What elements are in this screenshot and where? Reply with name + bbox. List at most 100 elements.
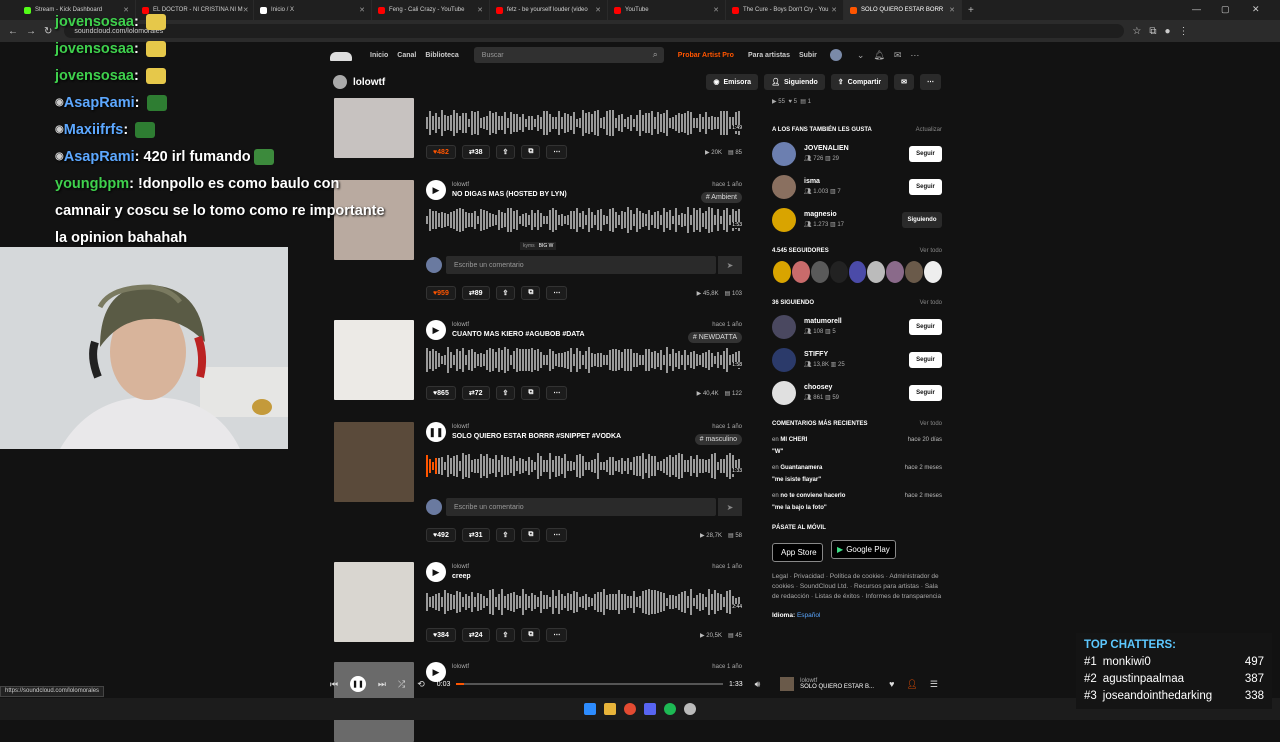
refresh-link[interactable]: Actualizar xyxy=(916,127,942,133)
nav-feed[interactable]: Canal xyxy=(397,52,416,59)
volume-icon[interactable]: 🔊︎ xyxy=(755,679,761,690)
file-explorer-icon[interactable] xyxy=(604,703,616,715)
following-view-all[interactable]: Ver todo xyxy=(920,300,942,306)
comment-track-link[interactable]: MI CHERI xyxy=(780,437,807,443)
share-button[interactable]: ⇪ xyxy=(495,286,516,300)
browser-menu-icon[interactable]: ⋮ xyxy=(1179,26,1189,37)
tab-close-icon[interactable]: ✕ xyxy=(477,6,483,14)
follow-button[interactable]: Seguir xyxy=(909,384,942,401)
user-avatar[interactable] xyxy=(772,314,796,339)
track-artwork[interactable] xyxy=(334,320,414,400)
minimize-icon[interactable]: — xyxy=(1192,4,1201,14)
track-artist[interactable]: lolowtf xyxy=(452,424,469,430)
track-title[interactable]: creep xyxy=(452,573,471,580)
now-playing-title[interactable]: SOLO QUIERO ESTAR B... xyxy=(800,684,879,690)
like-button[interactable]: ♥ 384 xyxy=(426,628,456,642)
follower-avatar[interactable] xyxy=(772,260,792,284)
tab-close-icon[interactable]: ✕ xyxy=(831,6,837,14)
share-button[interactable]: ⇪ xyxy=(495,628,516,642)
spotify-icon[interactable] xyxy=(664,703,676,715)
track-genre-tag[interactable]: # Ambient xyxy=(700,192,742,203)
follower-avatar[interactable] xyxy=(847,260,868,284)
user-avatar[interactable] xyxy=(829,49,842,61)
shuffle-icon[interactable]: ⤮ xyxy=(398,679,405,690)
extensions-icon[interactable]: ⧉ xyxy=(1149,26,1156,37)
browser-tab[interactable]: YouTube ✕ xyxy=(608,0,726,20)
now-playing-artwork[interactable] xyxy=(780,677,795,691)
comment-input[interactable]: Escribe un comentario xyxy=(446,498,716,516)
app-store-button[interactable]: App Store xyxy=(772,542,823,562)
share-button[interactable]: ⇪ xyxy=(495,528,516,542)
track-artist[interactable]: lolowtf xyxy=(452,564,469,570)
browser-tab[interactable]: fetz - be yourself louder (video ✕ xyxy=(490,0,608,20)
waveform-comment[interactable]: kyms BIG W xyxy=(520,242,557,250)
queue-icon[interactable]: ☰ xyxy=(930,679,938,690)
progress-bar[interactable] xyxy=(456,683,724,685)
new-tab-icon[interactable]: + xyxy=(968,5,974,16)
track-waveform[interactable] xyxy=(426,109,742,137)
chat-username[interactable]: jovensosaa xyxy=(55,14,134,30)
tab-close-icon[interactable]: ✕ xyxy=(595,6,601,14)
forward-icon[interactable]: → xyxy=(26,26,36,37)
following-button[interactable]: 👤︎ Siguiendo xyxy=(764,74,825,90)
follow-button[interactable]: Seguir xyxy=(909,318,942,335)
user-name[interactable]: JOVENALIEN xyxy=(804,145,909,152)
user-avatar[interactable] xyxy=(772,174,796,199)
like-button[interactable]: ♥ 492 xyxy=(426,528,456,542)
track-artwork[interactable] xyxy=(334,422,414,502)
play-track-button[interactable]: ▶ xyxy=(426,562,446,582)
like-heart-icon[interactable]: ♥ xyxy=(889,679,894,689)
share-button[interactable]: ⇪ xyxy=(495,386,516,400)
track-artist[interactable]: lolowtf xyxy=(452,322,469,328)
chat-username[interactable]: AsapRami xyxy=(64,149,135,165)
track-waveform[interactable] xyxy=(426,346,742,374)
follower-avatar[interactable] xyxy=(866,260,887,284)
discord-icon[interactable] xyxy=(644,703,656,715)
browser-tab[interactable]: The Cure - Boys Don't Cry - You ✕ xyxy=(726,0,844,20)
track-waveform[interactable] xyxy=(426,452,742,480)
more-options-icon[interactable]: ⋯ xyxy=(910,50,919,61)
chat-username[interactable]: jovensosaa xyxy=(55,68,134,84)
chat-username[interactable]: AsapRami xyxy=(64,95,135,111)
track-artist[interactable]: lolowtf xyxy=(452,664,469,670)
previous-icon[interactable]: ⏮ xyxy=(330,679,338,690)
more-button[interactable]: ⋯ xyxy=(546,628,568,642)
user-avatar[interactable] xyxy=(772,347,796,372)
share-button[interactable]: ⇪ Compartir xyxy=(830,74,889,90)
station-button[interactable]: ◉ Emisora xyxy=(706,74,759,90)
follower-avatar[interactable] xyxy=(904,260,925,284)
pause-button[interactable]: ❚❚ xyxy=(350,676,366,692)
nav-home[interactable]: Inicio xyxy=(370,52,388,59)
app-icon[interactable] xyxy=(684,703,696,715)
follow-user-icon[interactable]: 👤︎ xyxy=(906,679,917,690)
copy-link-button[interactable]: ⧉ xyxy=(521,286,541,300)
language-link[interactable]: Español xyxy=(797,612,821,619)
close-window-icon[interactable]: ✕ xyxy=(1252,4,1260,15)
follower-avatar[interactable] xyxy=(885,260,906,284)
user-name[interactable]: isma xyxy=(804,178,909,185)
follow-button[interactable]: Siguiendo xyxy=(902,211,942,228)
track-waveform[interactable] xyxy=(426,588,742,616)
artist-pro-link[interactable]: Probar Artist Pro xyxy=(678,52,734,59)
footer-links[interactable]: Legal · Privacidad · Política de cookies… xyxy=(772,572,942,602)
chat-username[interactable]: youngbpm xyxy=(55,176,129,192)
more-button[interactable]: ⋯ xyxy=(546,386,568,400)
like-button[interactable]: ♥ 865 xyxy=(426,386,456,400)
copy-link-button[interactable]: ⧉ xyxy=(521,386,541,400)
browser-tab[interactable]: SOLO QUIERO ESTAR BORR ✕ xyxy=(844,0,962,20)
like-button[interactable]: ♥ 482 xyxy=(426,145,456,159)
chrome-icon[interactable] xyxy=(624,703,636,715)
more-button[interactable]: ⋯ xyxy=(546,528,568,542)
chat-username[interactable]: jovensosaa xyxy=(55,41,134,57)
track-title[interactable]: SOLO QUIERO ESTAR BORRR #SNIPPET #VODKA xyxy=(452,433,621,440)
more-button[interactable]: ⋯ xyxy=(546,286,568,300)
follow-button[interactable]: Seguir xyxy=(909,351,942,368)
user-name[interactable]: choosey xyxy=(804,384,909,391)
track-artwork[interactable] xyxy=(334,562,414,642)
tab-close-icon[interactable]: ✕ xyxy=(949,6,955,14)
follower-avatar[interactable] xyxy=(923,260,944,284)
pause-track-button[interactable]: ❚❚ xyxy=(426,422,446,442)
nav-library[interactable]: Biblioteca xyxy=(425,52,458,59)
chevron-down-icon[interactable]: ⌄ xyxy=(857,50,865,61)
follow-button[interactable]: Seguir xyxy=(909,145,942,162)
